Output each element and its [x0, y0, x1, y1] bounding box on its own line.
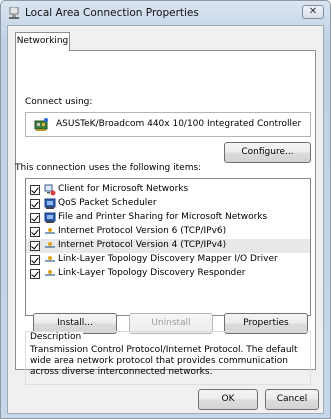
close-button[interactable]: ✕	[302, 5, 324, 19]
protocol-icon	[45, 256, 55, 262]
item-label: File and Printer Sharing for Microsoft N…	[58, 212, 268, 222]
protocol-icon	[45, 228, 55, 234]
network-card-icon	[34, 118, 48, 131]
item-checkbox[interactable]	[30, 255, 40, 265]
list-item[interactable]: QoS Packet Scheduler	[26, 197, 310, 211]
list-item[interactable]: Client for Microsoft Networks	[26, 183, 310, 197]
protocol-icon	[45, 242, 55, 248]
item-checkbox[interactable]	[30, 199, 40, 209]
tab-networking[interactable]: Networking	[15, 32, 70, 51]
item-label: Client for Microsoft Networks	[58, 184, 189, 194]
connect-using-label: Connect using:	[25, 97, 93, 107]
ok-button[interactable]: OK	[198, 389, 258, 410]
description-title: Description	[28, 332, 84, 342]
list-item[interactable]: Internet Protocol Version 6 (TCP/IPv6)	[26, 225, 310, 239]
service-icon	[44, 212, 56, 223]
adapter-field: ASUSTeK/Broadcom 440x 10/100 Integrated …	[25, 112, 311, 137]
items-list[interactable]: Client for Microsoft Networks QoS Packet…	[25, 178, 311, 316]
service-icon	[44, 198, 56, 209]
item-checkbox[interactable]	[30, 185, 40, 195]
dialog-body: Networking Connect using: ASUSTeK/Broadc…	[7, 25, 324, 414]
item-checkbox[interactable]	[30, 241, 40, 251]
window-title: Local Area Connection Properties	[25, 7, 199, 19]
properties-dialog: Local Area Connection Properties ✕ Netwo…	[0, 0, 331, 419]
configure-button[interactable]: Configure...	[224, 142, 311, 163]
item-checkbox[interactable]	[30, 213, 40, 223]
protocol-icon	[45, 270, 55, 276]
item-checkbox[interactable]	[30, 227, 40, 237]
list-item-selected[interactable]: Internet Protocol Version 4 (TCP/IPv4)	[26, 239, 310, 253]
list-item[interactable]: File and Printer Sharing for Microsoft N…	[26, 211, 310, 225]
item-label: Link-Layer Topology Discovery Responder	[58, 268, 246, 278]
adapter-name: ASUSTeK/Broadcom 440x 10/100 Integrated …	[56, 119, 302, 129]
items-label: This connection uses the following items…	[15, 163, 202, 173]
list-item[interactable]: Link-Layer Topology Discovery Mapper I/O…	[26, 253, 310, 267]
networking-panel: Connect using: ASUSTeK/Broadcom 440x 10/…	[15, 50, 316, 385]
title-bar[interactable]: Local Area Connection Properties ✕	[1, 1, 330, 25]
item-label: Link-Layer Topology Discovery Mapper I/O…	[58, 254, 278, 264]
description-text: Transmission Control Protocol/Internet P…	[30, 345, 298, 377]
network-adapter-icon	[9, 7, 19, 19]
cancel-button[interactable]: Cancel	[265, 389, 319, 410]
item-label: Internet Protocol Version 6 (TCP/IPv6)	[58, 226, 227, 236]
item-label: QoS Packet Scheduler	[58, 198, 157, 208]
list-item[interactable]: Link-Layer Topology Discovery Responder	[26, 267, 310, 281]
network-client-icon	[44, 184, 56, 196]
item-label: Internet Protocol Version 4 (TCP/IPv4)	[58, 240, 227, 250]
item-checkbox[interactable]	[30, 269, 40, 279]
